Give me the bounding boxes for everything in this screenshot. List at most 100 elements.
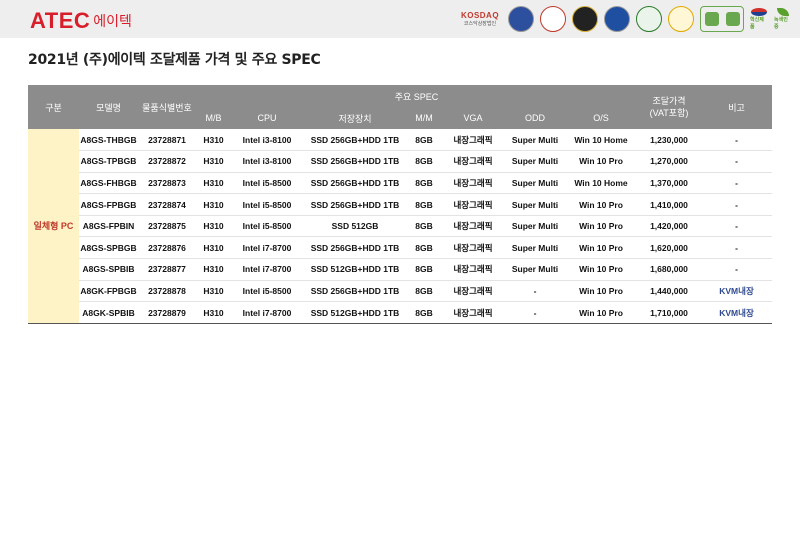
cell-mem: 8GB	[407, 280, 441, 303]
cell-mb: H310	[196, 150, 231, 173]
cell-odd: Super Multi	[505, 193, 565, 216]
cell-note: -	[701, 193, 772, 216]
table-body: 일체형 PC A8GS-THBGB 23728871 H310 Intel i3-810…	[28, 129, 772, 324]
table-row: A8GS-SPBIB 23728877 H310 Intel i7-8700 SSD 5…	[28, 258, 772, 281]
gold-seal-icon	[572, 6, 598, 32]
cell-vga: 내장그래픽	[441, 150, 505, 173]
cell-odd: Super Multi	[505, 215, 565, 238]
cell-model: A8GS-FPBIN	[79, 215, 138, 238]
page-title: 2021년 (주)에이텍 조달제품 가격 및 주요 SPEC	[28, 52, 321, 68]
cell-item-no: 23728877	[138, 258, 196, 281]
cell-price: 1,680,000	[637, 258, 701, 281]
cell-mem: 8GB	[407, 258, 441, 281]
ngp-icon	[636, 6, 662, 32]
header-spec-group: 주요 SPEC	[196, 85, 637, 107]
e-mark-icon	[668, 6, 694, 32]
cell-odd: -	[505, 301, 565, 324]
cell-odd: Super Multi	[505, 258, 565, 281]
cell-vga: 내장그래픽	[441, 129, 505, 152]
cell-odd: -	[505, 280, 565, 303]
table-row: A8GS-TPBGB 23728872 H310 Intel i3-8100 SSD 2…	[28, 150, 772, 173]
cell-os: Win 10 Pro	[565, 150, 637, 173]
cell-mb: H310	[196, 215, 231, 238]
cell-item-no: 23728876	[138, 236, 196, 260]
cell-model: A8GK-SPBIB	[79, 301, 138, 324]
header-mem: M/M	[407, 107, 441, 129]
cell-note: KVM내장	[701, 301, 772, 324]
cell-vga: 내장그래픽	[441, 172, 505, 195]
kosdaq-sub-label: 코스닥상장법인	[463, 21, 497, 27]
cell-odd: Super Multi	[505, 172, 565, 195]
green-leaf-icon: 녹색인증	[774, 8, 792, 30]
cell-item-no: 23728878	[138, 280, 196, 303]
cell-cpu: Intel i7-8700	[231, 258, 303, 281]
cell-odd: Super Multi	[505, 129, 565, 152]
government-badge-label: 혁신제품	[750, 17, 764, 30]
cell-os: Win 10 Pro	[565, 215, 637, 238]
cell-storage: SSD 256GB+HDD 1TB	[303, 129, 407, 152]
certification-badges: KOSDAQ 코스닥상장법인 혁신제품 녹색인증	[458, 6, 792, 32]
cell-mem: 8GB	[407, 236, 441, 260]
cell-note: -	[701, 172, 772, 195]
cell-os: Win 10 Pro	[565, 280, 637, 303]
table-row: A8GS-FHBGB 23728873 H310 Intel i5-8500 SSD 2…	[28, 172, 772, 195]
cell-price: 1,710,000	[637, 301, 701, 324]
cell-cpu: Intel i7-8700	[231, 301, 303, 324]
cell-os: Win 10 Home	[565, 129, 637, 152]
cell-price: 1,370,000	[637, 172, 701, 195]
cell-mb: H310	[196, 280, 231, 303]
table-row: 일체형 PC A8GS-THBGB 23728871 H310 Intel i3-810…	[28, 129, 772, 324]
cell-mem: 8GB	[407, 193, 441, 216]
cell-note: -	[701, 236, 772, 260]
cell-mem: 8GB	[407, 215, 441, 238]
spec-price-table: 구분 모델명 물품식별번호 주요 SPEC 조달가격 (VAT포함) 비고 M/…	[28, 85, 772, 324]
cell-cpu: Intel i5-8500	[231, 172, 303, 195]
header-mb: M/B	[196, 107, 231, 129]
cell-cpu: Intel i5-8500	[231, 215, 303, 238]
header-storage: 저장장치	[303, 107, 407, 129]
cell-os: Win 10 Pro	[565, 258, 637, 281]
cell-storage: SSD 512GB+HDD 1TB	[303, 258, 407, 281]
cell-price: 1,620,000	[637, 236, 701, 260]
cell-model: A8GS-FHBGB	[79, 172, 138, 195]
logo-latin-text: ATEC	[30, 8, 91, 33]
cell-item-no: 23728879	[138, 301, 196, 324]
blue-seal-icon	[604, 6, 630, 32]
cell-model: A8GS-THBGB	[79, 129, 138, 152]
cell-item-no: 23728872	[138, 150, 196, 173]
header-item-no: 물품식별번호	[138, 85, 196, 129]
cell-os: Win 10 Pro	[565, 301, 637, 324]
cell-mb: H310	[196, 129, 231, 152]
cell-mb: H310	[196, 172, 231, 195]
company-logo: ATEC 에이텍	[30, 8, 132, 33]
table-row: A8GK-FPBGB 23728878 H310 Intel i5-8500 SSD 2…	[28, 280, 772, 303]
eco-energy-badge	[700, 6, 744, 32]
cell-mem: 8GB	[407, 172, 441, 195]
cell-storage: SSD 256GB+HDD 1TB	[303, 193, 407, 216]
cell-note: -	[701, 258, 772, 281]
table-row: A8GS-FPBGB 23728874 H310 Intel i5-8500 SSD 2…	[28, 193, 772, 216]
cell-item-no: 23728874	[138, 193, 196, 216]
cell-price: 1,230,000	[637, 129, 701, 152]
cell-storage: SSD 512GB+HDD 1TB	[303, 301, 407, 324]
cell-vga: 내장그래픽	[441, 280, 505, 303]
cell-os: Win 10 Pro	[565, 236, 637, 260]
cell-price: 1,420,000	[637, 215, 701, 238]
cell-item-no: 23728871	[138, 129, 196, 152]
header-note: 비고	[701, 85, 772, 129]
cell-cpu: Intel i3-8100	[231, 150, 303, 173]
header-vga: VGA	[441, 107, 505, 129]
table-row: A8GK-SPBIB 23728879 H310 Intel i7-8700 SSD 5…	[28, 301, 772, 324]
government-emblem-icon: 혁신제품	[750, 8, 768, 30]
cell-model: A8GS-SPBIB	[79, 258, 138, 281]
cell-cpu: Intel i5-8500	[231, 193, 303, 216]
cell-model: A8GS-SPBGB	[79, 236, 138, 260]
cell-mem: 8GB	[407, 301, 441, 324]
kosdaq-badge: KOSDAQ 코스닥상장법인	[458, 6, 502, 32]
green-badge-label: 녹색인증	[774, 17, 788, 30]
header-odd: ODD	[505, 107, 565, 129]
cell-mb: H310	[196, 236, 231, 260]
cell-note: -	[701, 129, 772, 152]
kosdaq-label: KOSDAQ	[460, 11, 500, 20]
cell-cpu: Intel i7-8700	[231, 236, 303, 260]
